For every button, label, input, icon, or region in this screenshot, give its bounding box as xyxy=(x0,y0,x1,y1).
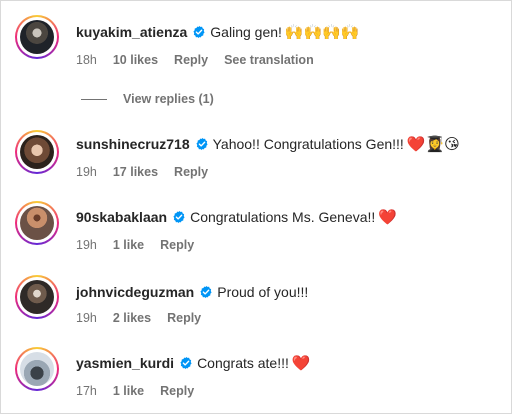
comment-item: 90skabaklaan Congratulations Ms. Geneva!… xyxy=(1,193,512,263)
comment-time: 19h xyxy=(76,165,97,179)
comment-text: Yahoo!! Congratulations Gen!!! xyxy=(212,136,404,152)
verified-badge-icon xyxy=(173,210,185,224)
avatar[interactable] xyxy=(15,201,59,245)
likes-count[interactable]: 2 likes xyxy=(113,311,151,325)
comment-username[interactable]: yasmien_kurdi xyxy=(76,355,174,371)
view-replies-label: View replies (1) xyxy=(123,92,214,106)
comment-item: yasmien_kurdi Congrats ate!!! ❤️ 17h 1 l… xyxy=(1,339,512,409)
comment-username[interactable]: sunshinecruz718 xyxy=(76,136,190,152)
reply-button[interactable]: Reply xyxy=(167,311,201,325)
reply-button[interactable]: Reply xyxy=(174,165,208,179)
comment-username[interactable]: 90skabaklaan xyxy=(76,209,167,225)
verified-badge-icon xyxy=(193,25,205,39)
likes-count[interactable]: 1 like xyxy=(113,238,144,252)
comment-time: 19h xyxy=(76,238,97,252)
avatar[interactable] xyxy=(15,15,59,59)
comment-item: kuyakim_atienza Galing gen! 🙌🙌🙌🙌 18h 10 … xyxy=(1,1,512,71)
comment-emojis: 🙌🙌🙌🙌 xyxy=(284,23,360,41)
comment-time: 19h xyxy=(76,311,97,325)
comment-emojis: ❤️ xyxy=(378,208,397,226)
comment-item: johnvicdeguzman Proud of you!!! 19h 2 li… xyxy=(1,266,512,336)
comment-emojis: ❤️👩‍🎓😘 xyxy=(406,135,460,153)
comment-text: Galing gen! xyxy=(210,24,282,40)
verified-badge-icon xyxy=(200,285,212,299)
comment-username[interactable]: kuyakim_atienza xyxy=(76,24,187,40)
comment-text: Congratulations Ms. Geneva!! xyxy=(190,209,376,225)
comment-text: Proud of you!!! xyxy=(217,284,309,300)
comment-emojis: ❤️ xyxy=(291,354,311,372)
likes-count[interactable]: 1 like xyxy=(113,384,144,398)
comment-username[interactable]: johnvicdeguzman xyxy=(76,284,194,300)
comment-item: sunshinecruz718 Yahoo!! Congratulations … xyxy=(1,121,512,191)
reply-button[interactable]: Reply xyxy=(160,384,194,398)
reply-button[interactable]: Reply xyxy=(174,53,208,67)
reply-button[interactable]: Reply xyxy=(160,238,194,252)
see-translation-button[interactable]: See translation xyxy=(224,53,314,67)
comment-time: 18h xyxy=(76,53,97,67)
comments-panel: kuyakim_atienza Galing gen! 🙌🙌🙌🙌 18h 10 … xyxy=(0,0,512,414)
avatar[interactable] xyxy=(15,130,59,174)
verified-badge-icon xyxy=(196,137,208,151)
avatar[interactable] xyxy=(15,347,59,391)
likes-count[interactable]: 10 likes xyxy=(113,53,158,67)
comment-time: 17h xyxy=(76,384,97,398)
likes-count[interactable]: 17 likes xyxy=(113,165,158,179)
replies-divider xyxy=(81,98,107,100)
view-replies-button[interactable]: View replies (1) xyxy=(81,91,214,107)
comment-text: Congrats ate!!! xyxy=(197,355,289,371)
verified-badge-icon xyxy=(180,356,192,370)
avatar[interactable] xyxy=(15,275,59,319)
